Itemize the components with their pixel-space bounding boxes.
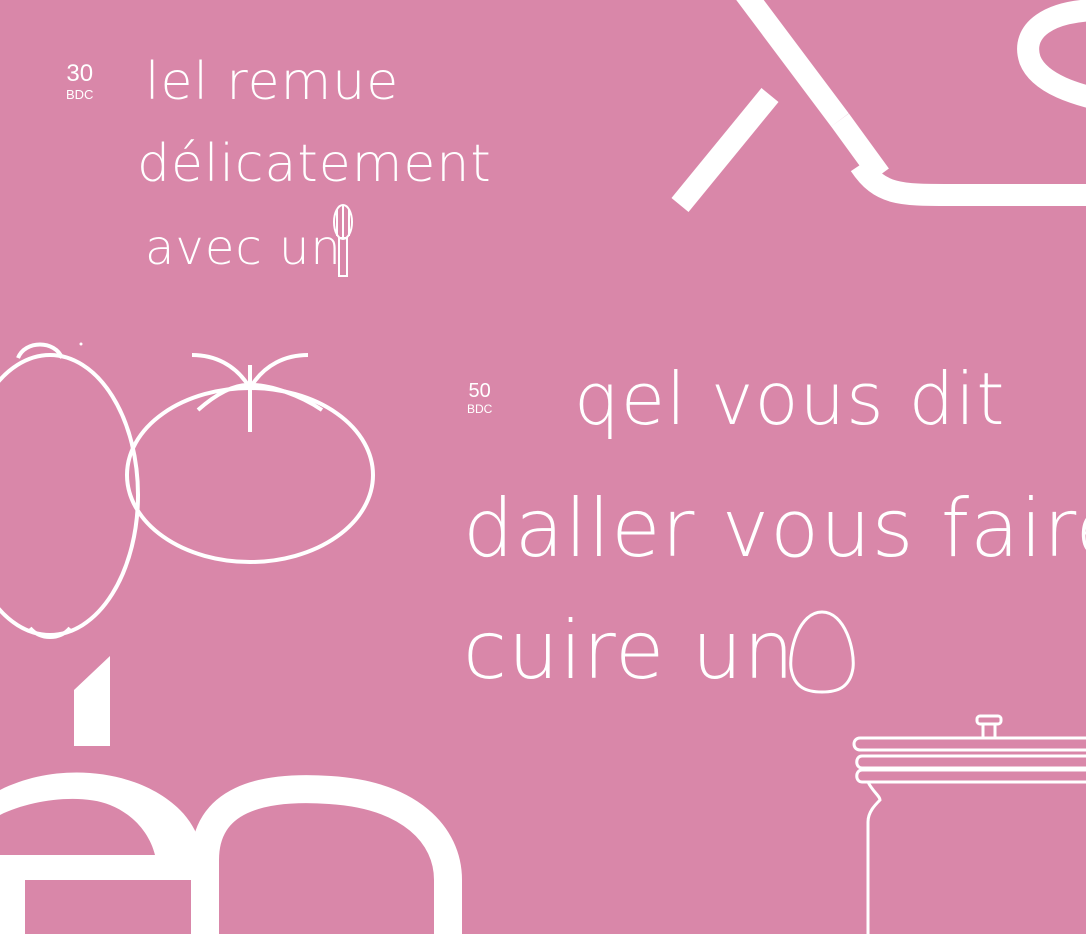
large-e-glyph <box>0 656 205 934</box>
specimen-line: daller vous faire <box>463 482 1086 575</box>
specimen-line: cuire un <box>463 604 796 697</box>
specimen-line: délicatement <box>137 134 492 194</box>
large-x-glyph <box>671 0 889 212</box>
egg-icon <box>789 610 855 694</box>
size-label-30: 30 BDC <box>66 60 94 102</box>
lemon-icon <box>0 342 140 639</box>
specimen-line: avec un <box>145 220 342 276</box>
size-value: 30 <box>66 60 94 87</box>
size-label-50: 50 BDC <box>467 381 492 415</box>
large-o-glyph <box>191 775 462 934</box>
tomato-icon <box>125 353 375 564</box>
speck <box>79 342 83 346</box>
size-unit: BDC <box>467 402 493 416</box>
cooking-pot-icon <box>852 714 1086 934</box>
specimen-line: qel vous dit <box>574 357 1006 441</box>
size-unit: BDC <box>66 87 94 102</box>
specimen-line: lel remue <box>145 52 400 112</box>
large-s-glyph <box>850 0 1086 206</box>
size-value: 50 <box>468 380 491 402</box>
